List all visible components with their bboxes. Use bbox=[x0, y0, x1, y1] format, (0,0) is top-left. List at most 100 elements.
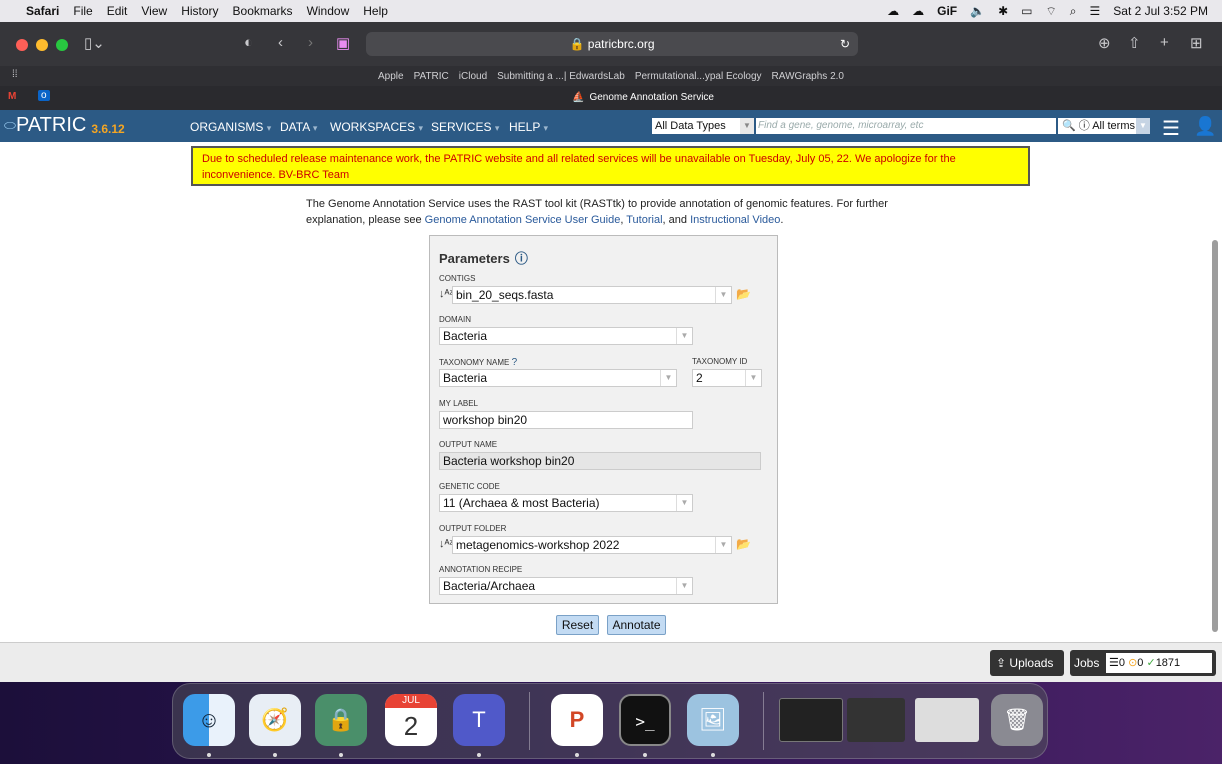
chevron-down-icon: ▼ bbox=[715, 287, 731, 303]
menu-file[interactable]: File bbox=[73, 4, 92, 18]
macos-dock: ☺ 🧭 🔒 JUL 2 T P >_ 🖼 🗑 bbox=[172, 683, 1048, 759]
nav-help[interactable]: HELP ▾ bbox=[509, 120, 548, 134]
bookmark-icon[interactable]: ▣ bbox=[336, 34, 350, 52]
data-type-select[interactable]: All Data Types ▼ bbox=[652, 118, 754, 134]
output-name-value: Bacteria workshop bin20 bbox=[443, 454, 575, 468]
annotate-button[interactable]: Annotate bbox=[607, 615, 666, 635]
running-indicator bbox=[643, 753, 647, 757]
info-icon[interactable]: ⓘ bbox=[515, 251, 528, 266]
calendar-icon[interactable]: JUL 2 bbox=[385, 694, 437, 746]
cloud-icon-2[interactable]: ☁ bbox=[912, 4, 924, 18]
finder-icon[interactable]: ☺ bbox=[183, 694, 235, 746]
folder-open-icon[interactable]: 📂 bbox=[736, 537, 751, 551]
version-label: 3.6.12 bbox=[91, 121, 125, 136]
nav-data[interactable]: DATA ▾ bbox=[280, 120, 317, 134]
share-icon[interactable]: ⇧ bbox=[1128, 34, 1141, 52]
menu-window[interactable]: Window bbox=[307, 4, 350, 18]
trash-icon[interactable]: 🗑 bbox=[991, 694, 1043, 746]
safari-icon[interactable]: 🧭 bbox=[249, 694, 301, 746]
reload-icon[interactable]: ↻ bbox=[840, 32, 850, 56]
preview-icon[interactable]: 🖼 bbox=[687, 694, 739, 746]
minimize-window-button[interactable] bbox=[36, 39, 48, 51]
outlook-icon[interactable]: o bbox=[38, 90, 50, 101]
output-folder-select[interactable]: metagenomics-workshop 2022 ▼ bbox=[452, 536, 732, 554]
tutorial-link[interactable]: Tutorial bbox=[626, 214, 662, 226]
active-tab[interactable]: ⛵ Genome Annotation Service bbox=[572, 92, 714, 103]
finder-window-thumbnail[interactable] bbox=[847, 698, 905, 742]
contigs-label: CONTIGS bbox=[439, 274, 476, 283]
favorite-link[interactable]: RAWGraphs 2.0 bbox=[772, 71, 844, 82]
domain-label: DOMAIN bbox=[439, 315, 471, 324]
help-icon[interactable]: ? bbox=[512, 357, 518, 368]
spotlight-icon[interactable]: ⌕ bbox=[1070, 4, 1077, 19]
domain-select[interactable]: Bacteria ▼ bbox=[439, 327, 693, 345]
hamburger-menu-icon[interactable]: ☰ bbox=[1162, 116, 1180, 141]
favorite-link[interactable]: Permutational...ypal Ecology bbox=[635, 71, 762, 82]
genetic-code-select[interactable]: 11 (Archaea & most Bacteria) ▼ bbox=[439, 494, 693, 512]
teams-icon[interactable]: T bbox=[453, 694, 505, 746]
global-search-input[interactable]: Find a gene, genome, microarray, etc bbox=[756, 118, 1056, 134]
bluetooth-icon[interactable]: ✱ bbox=[998, 4, 1008, 18]
output-name-field: Bacteria workshop bin20 bbox=[439, 452, 761, 470]
favorite-link[interactable]: iCloud bbox=[459, 71, 487, 82]
new-tab-icon[interactable]: + bbox=[1160, 34, 1169, 51]
chevron-down-icon: ▼ bbox=[745, 370, 761, 386]
jobs-button[interactable]: Jobs ☰0 ⊙0 ✓1871 bbox=[1070, 650, 1216, 676]
menu-history[interactable]: History bbox=[181, 4, 218, 18]
contigs-select[interactable]: bin_20_seqs.fasta ▼ bbox=[452, 286, 732, 304]
user-icon[interactable]: 👤 bbox=[1194, 116, 1216, 137]
running-icon: ⊙ bbox=[1128, 657, 1138, 669]
calendar-day: 2 bbox=[403, 711, 419, 741]
patric-logo[interactable]: ⬭ PATRIC 3.6.12 bbox=[4, 114, 125, 137]
document-window-thumbnail[interactable] bbox=[915, 698, 979, 742]
terminal-window-thumbnail[interactable] bbox=[779, 698, 843, 742]
menu-app-safari[interactable]: Safari bbox=[26, 4, 59, 18]
vertical-scrollbar[interactable] bbox=[1212, 240, 1218, 632]
favorite-link[interactable]: Apple bbox=[378, 71, 404, 82]
wifi-icon[interactable]: ⌔ bbox=[1046, 4, 1057, 19]
menubar-clock[interactable]: Sat 2 Jul 3:52 PM bbox=[1113, 4, 1208, 18]
privacy-shield-icon[interactable]: ◐ bbox=[244, 34, 253, 51]
dock-separator bbox=[529, 692, 530, 750]
menu-bookmarks[interactable]: Bookmarks bbox=[233, 4, 293, 18]
menu-edit[interactable]: Edit bbox=[107, 4, 128, 18]
logo-text: PATRIC bbox=[15, 114, 87, 136]
terminal-icon[interactable]: >_ bbox=[619, 694, 671, 746]
gif-icon[interactable]: GiF bbox=[937, 4, 957, 18]
back-icon[interactable]: ‹ bbox=[278, 34, 283, 51]
taxonomy-name-select[interactable]: Bacteria ▼ bbox=[439, 369, 677, 387]
my-label-input[interactable]: workshop bin20 bbox=[439, 411, 693, 429]
favorite-link[interactable]: PATRIC bbox=[414, 71, 449, 82]
search-terms-select[interactable]: 🔍 ⓘ All terms ▼ bbox=[1058, 118, 1150, 134]
control-center-icon[interactable]: ☰ bbox=[1090, 4, 1101, 18]
menu-help[interactable]: Help bbox=[363, 4, 388, 18]
forward-icon[interactable]: › bbox=[308, 34, 313, 51]
address-bar[interactable]: 🔒 patricbrc.org ↻ bbox=[366, 32, 858, 56]
volume-icon[interactable]: 🔈 bbox=[970, 4, 985, 18]
close-window-button[interactable] bbox=[16, 39, 28, 51]
zoom-window-button[interactable] bbox=[56, 39, 68, 51]
sidebar-toggle-icon[interactable]: ▯⌄ bbox=[84, 34, 105, 52]
gmail-icon[interactable]: M bbox=[8, 91, 16, 102]
instructional-video-link[interactable]: Instructional Video bbox=[690, 214, 780, 226]
reset-button[interactable]: Reset bbox=[556, 615, 599, 635]
tab-overview-icon[interactable]: ⊞ bbox=[1190, 34, 1203, 52]
annotation-recipe-select[interactable]: Bacteria/Archaea ▼ bbox=[439, 577, 693, 595]
uploads-button[interactable]: ⇪ Uploads bbox=[990, 650, 1064, 676]
user-guide-link[interactable]: Genome Annotation Service User Guide bbox=[425, 214, 621, 226]
battery-icon[interactable]: ▭ bbox=[1021, 4, 1032, 18]
vpn-app-icon[interactable]: 🔒 bbox=[315, 694, 367, 746]
nav-services[interactable]: SERVICES ▾ bbox=[431, 120, 499, 134]
patric-tab-icon: ⛵ bbox=[572, 92, 585, 103]
folder-open-icon[interactable]: 📂 bbox=[736, 287, 751, 301]
nav-workspaces[interactable]: WORKSPACES ▾ bbox=[330, 120, 423, 134]
favorite-link[interactable]: Submitting a ...| EdwardsLab bbox=[497, 71, 625, 82]
powerpoint-icon[interactable]: P bbox=[551, 694, 603, 746]
downloads-icon[interactable]: ⊕ bbox=[1098, 34, 1111, 52]
output-folder-label: OUTPUT FOLDER bbox=[439, 524, 507, 533]
favorites-grid-icon[interactable]: ⁞⁞ bbox=[12, 69, 18, 80]
taxonomy-id-select[interactable]: 2 ▼ bbox=[692, 369, 762, 387]
cloud-icon[interactable]: ☁ bbox=[887, 4, 899, 18]
menu-view[interactable]: View bbox=[141, 4, 167, 18]
nav-organisms[interactable]: ORGANISMS ▾ bbox=[190, 120, 271, 134]
